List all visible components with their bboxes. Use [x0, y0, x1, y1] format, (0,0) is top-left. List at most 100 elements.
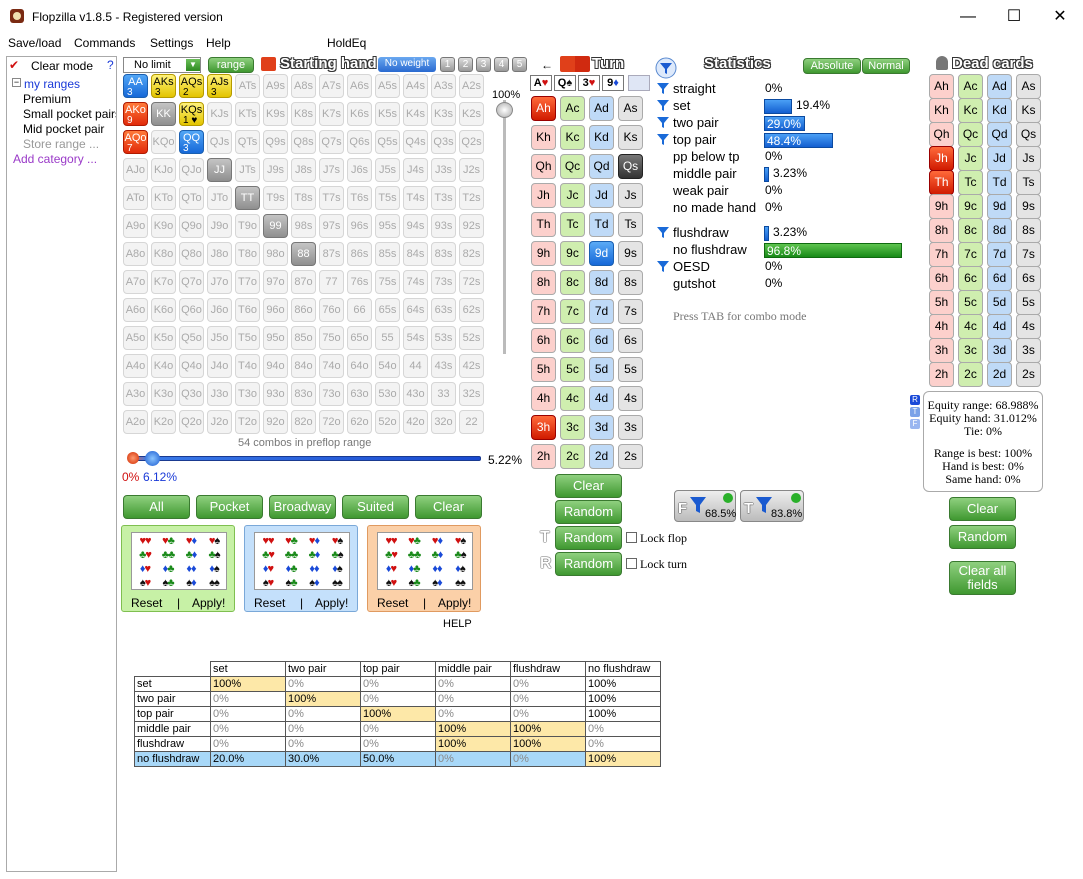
hand-cell-93s[interactable]: 93s [431, 214, 456, 238]
hand-cell-94s[interactable]: 94s [403, 214, 428, 238]
suit-combo[interactable]: ♥♦ [303, 535, 325, 548]
hand-cell-94o[interactable]: 94o [263, 354, 288, 378]
hand-cell-j9o[interactable]: J9o [207, 214, 232, 238]
dead-card-ts[interactable]: Ts [1016, 170, 1041, 195]
board-card-kc[interactable]: Kc [560, 125, 585, 150]
hand-cell-73o[interactable]: 73o [319, 382, 344, 406]
suit-combo[interactable]: ♣♥ [257, 549, 279, 562]
suit-combo[interactable]: ♣♣ [280, 549, 302, 562]
apply-link[interactable]: Apply! [315, 596, 348, 610]
dead-card-3s[interactable]: 3s [1016, 338, 1041, 363]
hand-cell-j7o[interactable]: J7o [207, 270, 232, 294]
hand-cell-63s[interactable]: 63s [431, 298, 456, 322]
hand-cell-t6o[interactable]: T6o [235, 298, 260, 322]
hand-cell-t8s[interactable]: T8s [291, 186, 316, 210]
hand-cell-53o[interactable]: 53o [375, 382, 400, 406]
board-card-4d[interactable]: 4d [589, 386, 614, 411]
suit-combo[interactable]: ♣♥ [134, 549, 156, 562]
board-card-3d[interactable]: 3d [589, 415, 614, 440]
dead-card-4c[interactable]: 4c [958, 314, 983, 339]
hand-cell-72s[interactable]: 72s [459, 270, 484, 294]
board-card-js[interactable]: Js [618, 183, 643, 208]
hand-cell-jto[interactable]: JTo [207, 186, 232, 210]
apply-link[interactable]: Apply! [438, 596, 471, 610]
hand-cell-q8o[interactable]: Q8o [179, 242, 204, 266]
hand-cell-qto[interactable]: QTo [179, 186, 204, 210]
board-card-3h[interactable]: 3h [531, 415, 556, 440]
dead-card-jh[interactable]: Jh [929, 146, 954, 171]
suited-button[interactable]: Suited [342, 495, 409, 519]
hand-cell-j3o[interactable]: J3o [207, 382, 232, 406]
dead-card-6s[interactable]: 6s [1016, 266, 1041, 291]
suit-combo[interactable]: ♦♠ [203, 563, 225, 576]
hand-cell-64o[interactable]: 64o [347, 354, 372, 378]
board-card-jc[interactable]: Jc [560, 183, 585, 208]
dead-card-qh[interactable]: Qh [929, 122, 954, 147]
hand-cell-t6s[interactable]: T6s [347, 186, 372, 210]
suit-combo[interactable]: ♥♣ [157, 535, 179, 548]
hand-cell-qts[interactable]: QTs [235, 130, 260, 154]
suit-combo[interactable]: ♦♥ [134, 563, 156, 576]
hand-cell-44[interactable]: 44 [403, 354, 428, 378]
suit-combo[interactable]: ♦♠ [449, 563, 471, 576]
limit-select[interactable]: No limit ▼ [123, 57, 201, 73]
range-slider-track[interactable] [128, 456, 481, 461]
hand-cell-j2o[interactable]: J2o [207, 410, 232, 434]
lock-turn-checkbox[interactable] [626, 558, 637, 569]
hand-cell-98s[interactable]: 98s [291, 214, 316, 238]
hand-cell-q3o[interactable]: Q3o [179, 382, 204, 406]
hand-cell-q6o[interactable]: Q6o [179, 298, 204, 322]
range-button[interactable]: range [208, 57, 254, 73]
lock-flop-checkbox[interactable] [626, 532, 637, 543]
board-card-qd[interactable]: Qd [589, 154, 614, 179]
hand-cell-92s[interactable]: 92s [459, 214, 484, 238]
random-turn-button[interactable]: Random [555, 552, 622, 576]
dead-card-7h[interactable]: 7h [929, 242, 954, 267]
hand-cell-t3s[interactable]: T3s [431, 186, 456, 210]
hand-cell-a3o[interactable]: A3o [123, 382, 148, 406]
hand-cell-73s[interactable]: 73s [431, 270, 456, 294]
board-card-7d[interactable]: 7d [589, 299, 614, 324]
hand-cell-q6s[interactable]: Q6s [347, 130, 372, 154]
hand-cell-98o[interactable]: 98o [263, 242, 288, 266]
hand-cell-aqo[interactable]: AQo 7 [123, 130, 148, 154]
dead-card-7d[interactable]: 7d [987, 242, 1012, 267]
hand-cell-a2o[interactable]: A2o [123, 410, 148, 434]
dead-card-2h[interactable]: 2h [929, 362, 954, 387]
board-card-kh[interactable]: Kh [531, 125, 556, 150]
maximize-button[interactable]: ☐ [991, 4, 1037, 30]
hand-cell-62o[interactable]: 62o [347, 410, 372, 434]
suit-combo[interactable]: ♦♣ [403, 563, 425, 576]
hand-cell-76o[interactable]: 76o [319, 298, 344, 322]
hand-cell-84o[interactable]: 84o [291, 354, 316, 378]
dead-card-9d[interactable]: 9d [987, 194, 1012, 219]
menu-settings[interactable]: Settings [150, 36, 193, 50]
board-card-ks[interactable]: Ks [618, 125, 643, 150]
dead-card-5s[interactable]: 5s [1016, 290, 1041, 315]
hand-cell-t9o[interactable]: T9o [235, 214, 260, 238]
board-card-4c[interactable]: 4c [560, 386, 585, 411]
board-card-8c[interactable]: 8c [560, 270, 585, 295]
suit-combo[interactable]: ♠♥ [257, 577, 279, 590]
dead-card-td[interactable]: Td [987, 170, 1012, 195]
weight-button-4[interactable]: 4 [494, 57, 509, 72]
hand-cell-85o[interactable]: 85o [291, 326, 316, 350]
hand-cell-q9o[interactable]: Q9o [179, 214, 204, 238]
hand-cell-65o[interactable]: 65o [347, 326, 372, 350]
hand-cell-a8s[interactable]: A8s [291, 74, 316, 98]
hand-cell-a8o[interactable]: A8o [123, 242, 148, 266]
dead-card-kc[interactable]: Kc [958, 98, 983, 123]
hand-cell-43o[interactable]: 43o [403, 382, 428, 406]
broadway-button[interactable]: Broadway [269, 495, 336, 519]
tree-item-store-range[interactable]: Store range ... [23, 137, 99, 151]
hand-cell-53s[interactable]: 53s [431, 326, 456, 350]
hand-cell-52s[interactable]: 52s [459, 326, 484, 350]
weight-slider-track[interactable] [503, 100, 506, 354]
board-random-button[interactable]: Random [555, 500, 622, 524]
suit-combo[interactable]: ♣♠ [203, 549, 225, 562]
minimize-button[interactable]: — [945, 4, 991, 30]
board-card-jd[interactable]: Jd [589, 183, 614, 208]
hand-cell-j8o[interactable]: J8o [207, 242, 232, 266]
suit-combo[interactable]: ♣♥ [380, 549, 402, 562]
hand-cell-87s[interactable]: 87s [319, 242, 344, 266]
